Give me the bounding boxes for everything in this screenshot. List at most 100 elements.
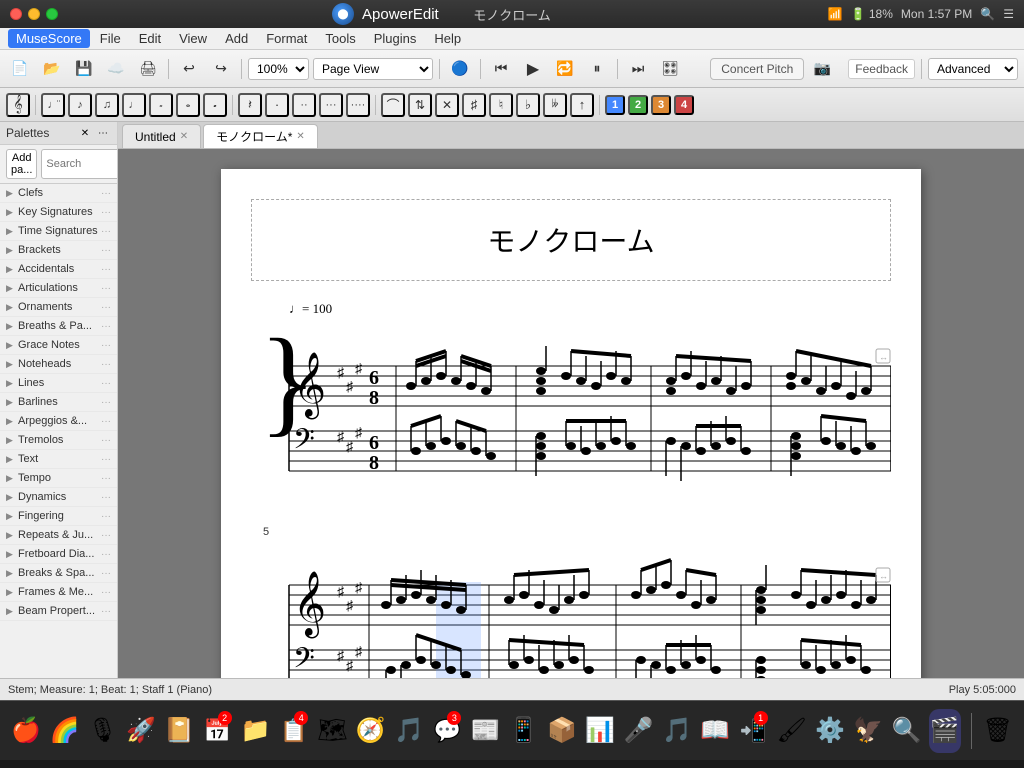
dock-messages[interactable]: 💬 3 <box>431 709 463 753</box>
palette-search[interactable] <box>41 149 118 179</box>
palette-grace-notes[interactable]: ▶Grace Notes··· <box>0 336 117 355</box>
grace-note-7[interactable]: 𝅘 <box>203 93 227 117</box>
voice-3-btn[interactable]: 3 <box>651 95 671 115</box>
menu-add[interactable]: Add <box>217 29 256 48</box>
palette-breaths[interactable]: ▶Breaths & Pa...··· <box>0 317 117 336</box>
menu-musescore[interactable]: MuseScore <box>8 29 90 48</box>
save-button[interactable]: 💾 <box>70 56 98 82</box>
new-button[interactable]: 📄 <box>6 56 34 82</box>
note-input-btn[interactable]: 𝄞 <box>6 93 30 117</box>
camera-button[interactable]: 📷 <box>808 56 836 82</box>
palette-text[interactable]: ▶Text··· <box>0 450 117 469</box>
palette-time-signatures[interactable]: ▶Time Signatures··· <box>0 222 117 241</box>
palette-clefs[interactable]: ▶Clefs··· <box>0 184 117 203</box>
menu-tools[interactable]: Tools <box>317 29 363 48</box>
music-notation-1[interactable]: } <box>251 321 891 486</box>
menu-format[interactable]: Format <box>258 29 315 48</box>
grace-note-4[interactable]: ♩ <box>122 93 146 117</box>
menu-edit[interactable]: Edit <box>131 29 169 48</box>
sidebar-menu-btn[interactable]: ⋯ <box>95 126 111 140</box>
tab-monochrome-close[interactable]: ✕ <box>296 131 304 142</box>
palette-repeats[interactable]: ▶Repeats & Ju...··· <box>0 526 117 545</box>
dock-launchpad[interactable]: 🌈 <box>48 709 80 753</box>
dock-siri[interactable]: 🎙 <box>87 709 119 753</box>
grace-note-3[interactable]: ♫ <box>95 93 119 117</box>
rest-btn[interactable]: 𝄽 <box>238 93 262 117</box>
voice-2-btn[interactable]: 2 <box>628 95 648 115</box>
palette-brackets[interactable]: ▶Brackets··· <box>0 241 117 260</box>
add-palette-button[interactable]: Add pa... <box>6 149 37 179</box>
dock-maps[interactable]: 🗺 <box>316 709 348 753</box>
view-mode-select[interactable]: Page View Continuous View <box>313 58 433 80</box>
cloud-button[interactable]: ☁️ <box>102 56 130 82</box>
dock-podcast2[interactable]: 🎤 <box>622 709 654 753</box>
up-btn[interactable]: ↑ <box>570 93 594 117</box>
voice-4-btn[interactable]: 4 <box>674 95 694 115</box>
palette-tempo[interactable]: ▶Tempo··· <box>0 469 117 488</box>
dock-store[interactable]: 📦 <box>546 709 578 753</box>
concert-pitch-button[interactable]: Concert Pitch <box>710 58 804 80</box>
tab-untitled[interactable]: Untitled ✕ <box>122 124 201 148</box>
dock-music[interactable]: 🎵 <box>661 709 693 753</box>
double-flat-btn[interactable]: 𝄫 <box>543 93 567 117</box>
grace-note-5[interactable]: 𝅗 <box>149 93 173 117</box>
dock-safari[interactable]: 🧭 <box>355 709 387 753</box>
control-center-icon[interactable]: ☰ <box>1003 7 1014 21</box>
close-button[interactable] <box>10 8 22 20</box>
undo-button[interactable]: ↩ <box>175 56 203 82</box>
palette-tremolos[interactable]: ▶Tremolos··· <box>0 431 117 450</box>
flip-btn[interactable]: ⇅ <box>408 93 432 117</box>
dock-musescore[interactable]: 🎵 <box>393 709 425 753</box>
sharp-btn[interactable]: ♯ <box>462 93 486 117</box>
palette-fingering[interactable]: ▶Fingering··· <box>0 507 117 526</box>
grace-note-1[interactable]: ♩̈ <box>41 93 65 117</box>
double-dot-btn[interactable]: ·· <box>292 93 316 117</box>
natural-btn[interactable]: ♮ <box>489 93 513 117</box>
palette-barlines[interactable]: ▶Barlines··· <box>0 393 117 412</box>
dock-apoweredit[interactable]: 🎬 <box>929 709 961 753</box>
grace-note-2[interactable]: ♪ <box>68 93 92 117</box>
dock-podcasts[interactable]: 📰 <box>469 709 501 753</box>
advanced-select[interactable]: Advanced Basic <box>928 58 1018 80</box>
menu-view[interactable]: View <box>171 29 215 48</box>
dock-calendar[interactable]: 📅 2 <box>201 709 233 753</box>
dock-eagle[interactable]: 🦅 <box>852 709 884 753</box>
play-button[interactable]: ▶ <box>519 56 547 82</box>
score-content[interactable]: モノクローム ♩= 100 } <box>118 149 1024 678</box>
dock-files[interactable]: 📁 <box>240 709 272 753</box>
maximize-button[interactable] <box>46 8 58 20</box>
dock-books[interactable]: 📖 <box>699 709 731 753</box>
dock-reminders[interactable]: 📋 4 <box>278 709 310 753</box>
palette-fretboard[interactable]: ▶Fretboard Dia...··· <box>0 545 117 564</box>
tie-btn[interactable]: ⌒ <box>381 93 405 117</box>
search-icon[interactable]: 🔍 <box>980 7 995 21</box>
flat-btn[interactable]: ♭ <box>516 93 540 117</box>
palette-articulations[interactable]: ▶Articulations··· <box>0 279 117 298</box>
tab-monochrome[interactable]: モノクローム* ✕ <box>203 124 318 148</box>
dock-trash[interactable]: 🗑 <box>982 709 1014 753</box>
dock-paint[interactable]: 🖌 <box>776 709 808 753</box>
loop-button[interactable]: 🔁 <box>551 56 579 82</box>
dot-btn[interactable]: · <box>265 93 289 117</box>
dock-finder[interactable]: 🍎 <box>10 709 42 753</box>
palette-arpeggios[interactable]: ▶Arpeggios &...··· <box>0 412 117 431</box>
mixer-button[interactable]: 🎛 <box>656 56 684 82</box>
palette-dynamics[interactable]: ▶Dynamics··· <box>0 488 117 507</box>
dock-wechat[interactable]: 📱 <box>508 709 540 753</box>
feedback-button[interactable]: Feedback <box>848 59 915 79</box>
palette-key-signatures[interactable]: ▶Key Signatures··· <box>0 203 117 222</box>
quad-dot-btn[interactable]: ···· <box>346 93 370 117</box>
menu-file[interactable]: File <box>92 29 129 48</box>
menu-help[interactable]: Help <box>426 29 469 48</box>
dock-alfred[interactable]: 🔍 <box>890 709 922 753</box>
grace-note-6[interactable]: 𝅝 <box>176 93 200 117</box>
triple-dot-btn[interactable]: ··· <box>319 93 343 117</box>
metronome-button[interactable]: 🔵 <box>446 56 474 82</box>
palette-lines[interactable]: ▶Lines··· <box>0 374 117 393</box>
palette-noteheads[interactable]: ▶Noteheads··· <box>0 355 117 374</box>
palette-accidentals[interactable]: ▶Accidentals··· <box>0 260 117 279</box>
dock-numbers[interactable]: 📊 <box>584 709 616 753</box>
crosshair-btn[interactable]: ✕ <box>435 93 459 117</box>
tab-untitled-close[interactable]: ✕ <box>180 131 188 142</box>
pause-button[interactable]: ⏸ <box>583 56 611 82</box>
